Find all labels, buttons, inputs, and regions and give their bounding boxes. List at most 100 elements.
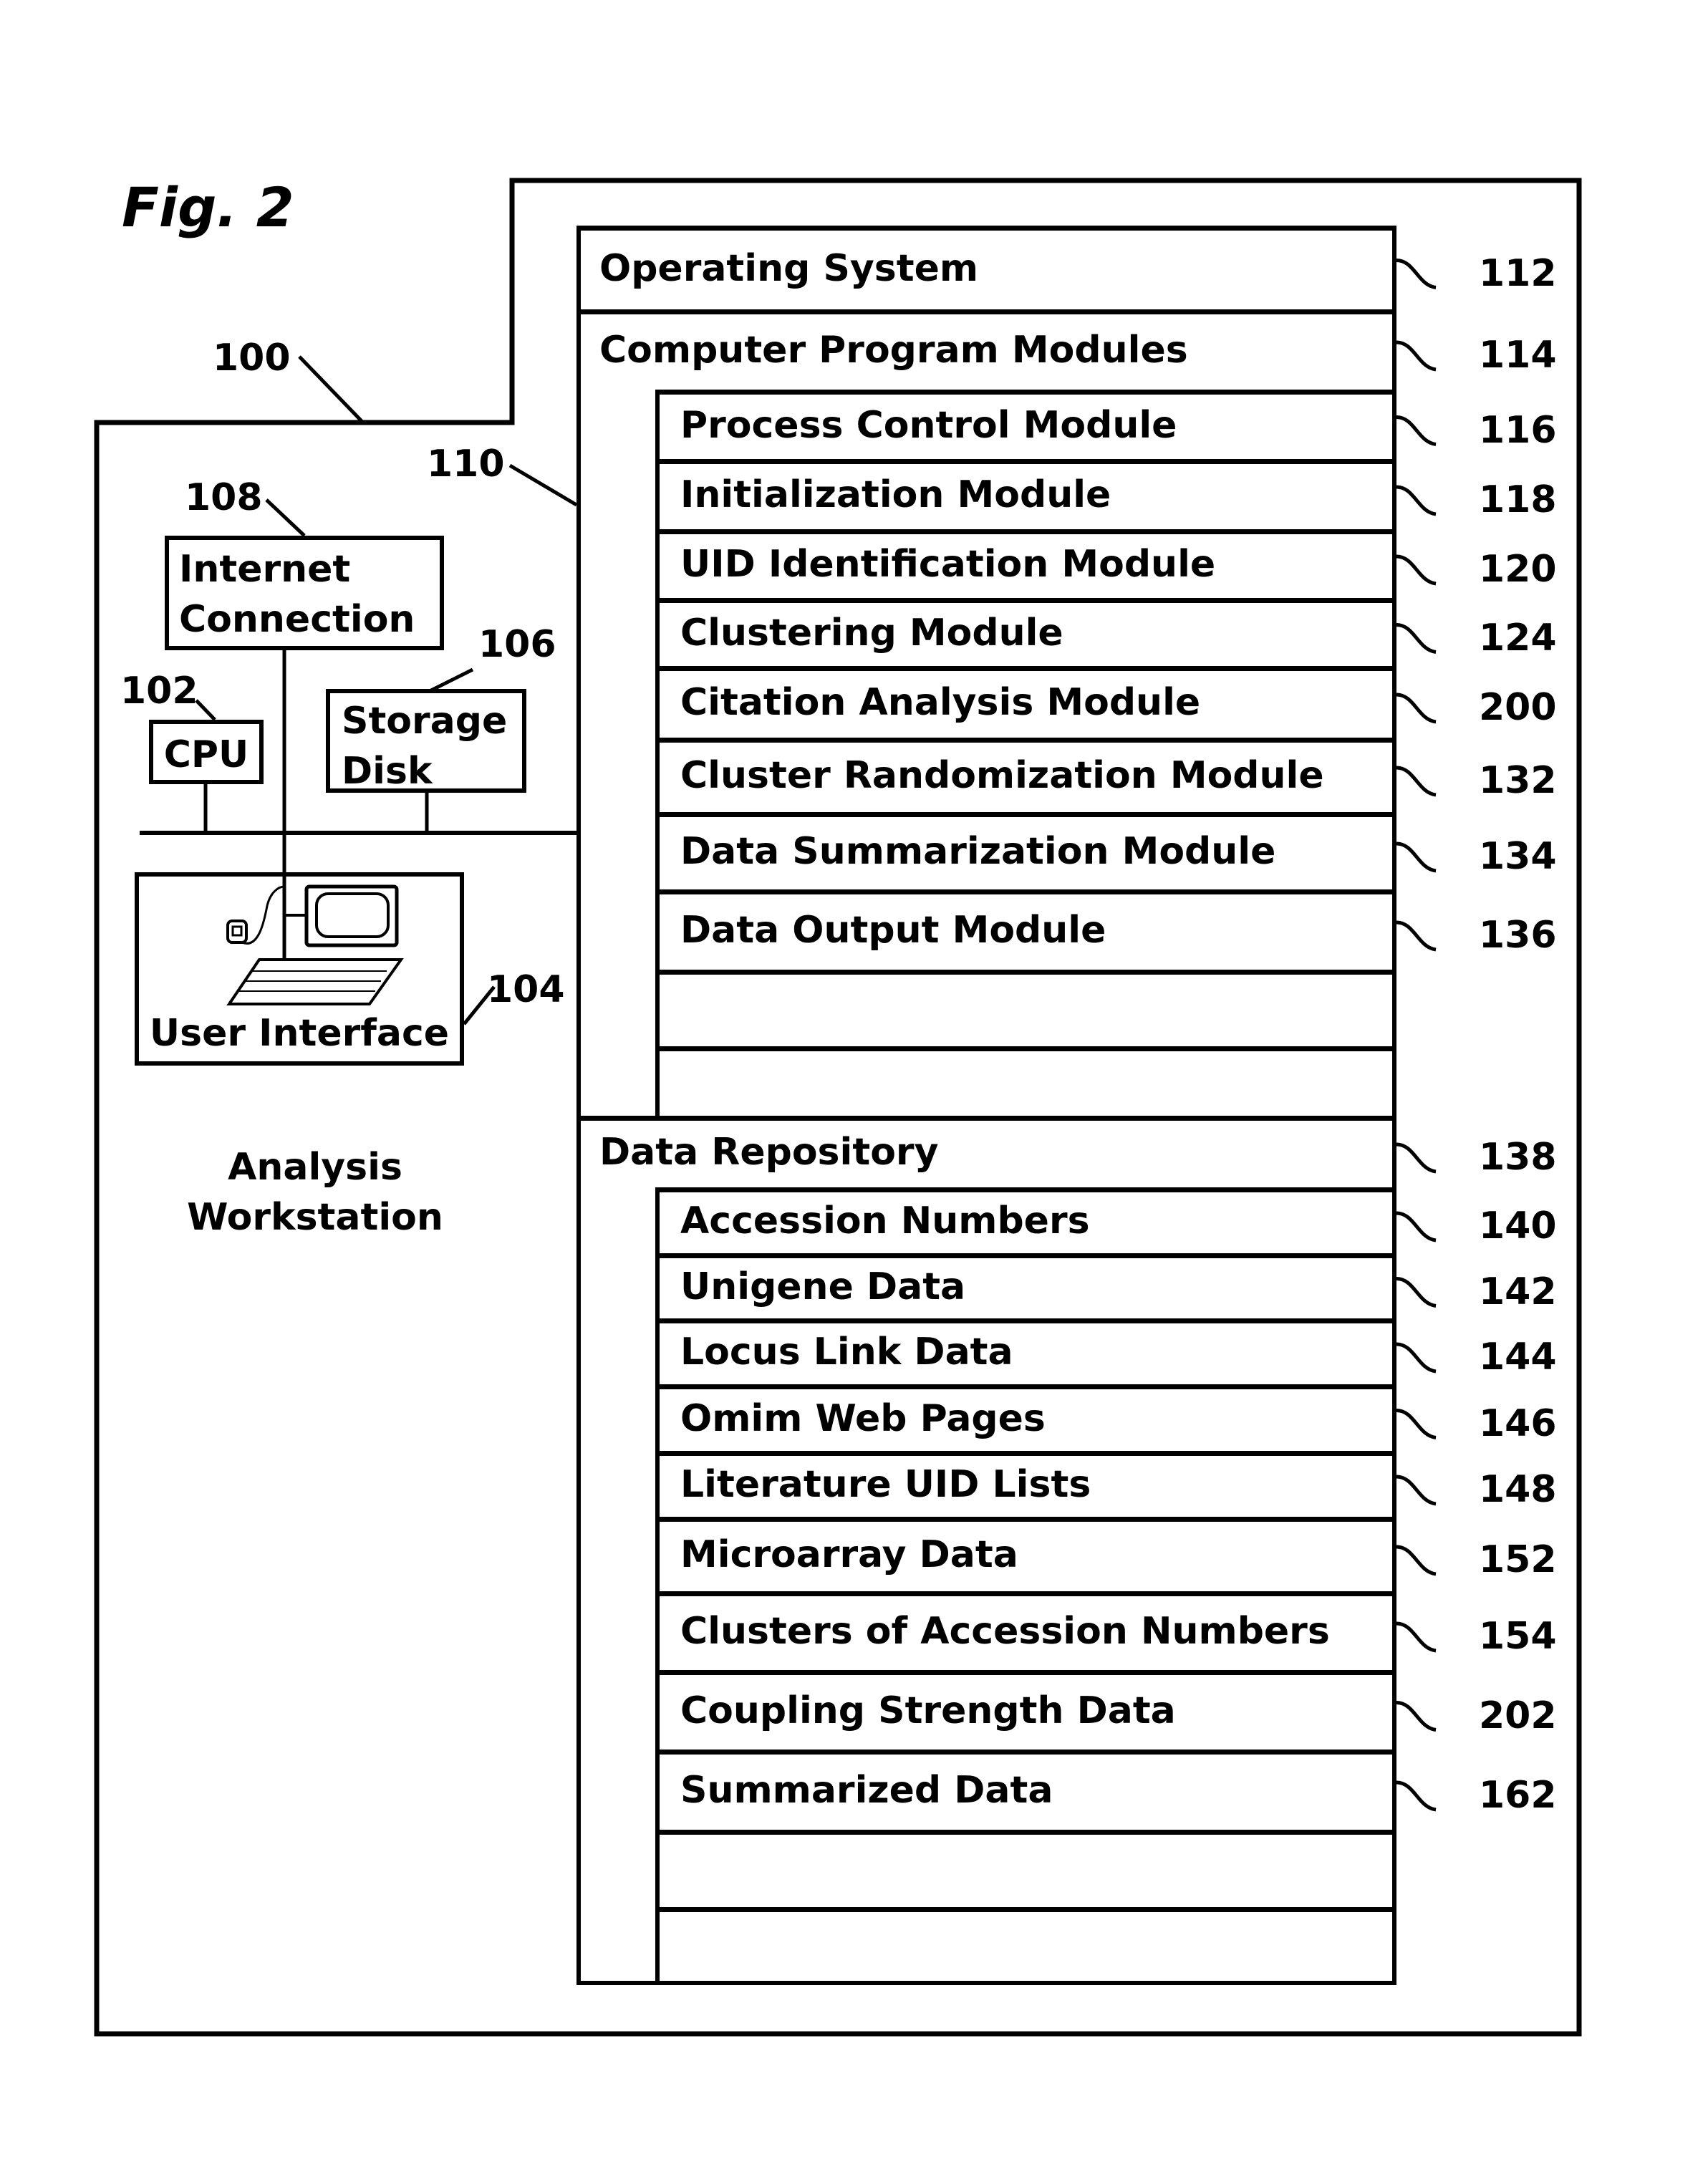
ref-154: 154	[1479, 1615, 1557, 1658]
ref-118: 118	[1479, 478, 1557, 521]
repository-row: Data Repository	[576, 1116, 1396, 1187]
leader-136	[1396, 920, 1437, 952]
leader-200	[1396, 692, 1437, 724]
module-row	[657, 1046, 1396, 1116]
module-row: Cluster Randomization Module	[657, 738, 1396, 812]
leader-114	[1396, 340, 1437, 372]
ref-162: 162	[1479, 1774, 1557, 1817]
leader-124	[1396, 623, 1437, 654]
ref-148: 148	[1479, 1468, 1557, 1511]
data-row	[657, 1907, 1396, 1981]
ref-144: 144	[1479, 1336, 1557, 1379]
ref-114: 114	[1479, 334, 1557, 377]
ref-134: 134	[1479, 835, 1557, 878]
data-row: Microarray Data	[657, 1517, 1396, 1591]
storage-disk-box: Storage Disk	[326, 689, 526, 793]
data-row-label: Unigene Data	[680, 1265, 966, 1308]
data-row-label: Omim Web Pages	[680, 1396, 1046, 1440]
ref-132: 132	[1479, 759, 1557, 802]
module-row: Citation Analysis Module	[657, 666, 1396, 738]
leader-108	[265, 498, 306, 537]
data-row-label: Coupling Strength Data	[680, 1689, 1176, 1732]
ref-202: 202	[1479, 1694, 1557, 1737]
data-row: Summarized Data	[657, 1750, 1396, 1830]
leader-112	[1396, 259, 1437, 289]
leader-202	[1396, 1701, 1437, 1732]
module-row-label: Data Summarization Module	[680, 830, 1276, 873]
data-row-label: Locus Link Data	[680, 1331, 1013, 1374]
ref-120: 120	[1479, 548, 1557, 591]
data-row: Coupling Strength Data	[657, 1670, 1396, 1750]
data-row: Omim Web Pages	[657, 1384, 1396, 1451]
ref-110: 110	[427, 443, 505, 486]
repository-row-label: Data Repository	[599, 1131, 939, 1174]
data-row-label: Clusters of Accession Numbers	[680, 1610, 1330, 1653]
ref-146: 146	[1479, 1401, 1557, 1445]
ref-108: 108	[185, 476, 263, 519]
ref-104: 104	[487, 968, 565, 1011]
ref-136: 136	[1479, 914, 1557, 957]
leader-144	[1396, 1342, 1437, 1374]
module-row-label: Cluster Randomization Module	[680, 754, 1324, 797]
memory-row-label: Operating System	[599, 246, 979, 290]
workstation-label: Analysis Workstation	[187, 1146, 443, 1240]
ref-140: 140	[1479, 1205, 1557, 1248]
storage-disk-label: Storage Disk	[342, 700, 508, 793]
ref-124: 124	[1479, 616, 1557, 660]
user-interface-box: User Interface	[135, 872, 464, 1066]
leader-134	[1396, 841, 1437, 873]
data-row-label: Microarray Data	[680, 1533, 1018, 1576]
module-row-label: Data Output Module	[680, 909, 1106, 952]
data-row	[657, 1830, 1396, 1907]
leader-162	[1396, 1780, 1437, 1812]
module-row: UID Identification Module	[657, 529, 1396, 598]
user-interface-label: User Interface	[149, 1011, 450, 1055]
leader-154	[1396, 1621, 1437, 1653]
cpu-label: CPU	[163, 733, 249, 776]
ref-116: 116	[1479, 408, 1557, 452]
module-row: Initialization Module	[657, 459, 1396, 529]
ref-138: 138	[1479, 1136, 1557, 1179]
data-row: Literature UID Lists	[657, 1451, 1396, 1517]
leader-118	[1396, 485, 1437, 516]
ref-142: 142	[1479, 1270, 1557, 1313]
module-row-label: Citation Analysis Module	[680, 681, 1201, 724]
memory-row: Computer Program Modules	[576, 309, 1396, 390]
data-row-label: Accession Numbers	[680, 1200, 1090, 1242]
ref-106: 106	[478, 623, 556, 666]
leader-106	[428, 667, 474, 693]
memory-row-label: Computer Program Modules	[599, 329, 1188, 372]
leader-146	[1396, 1409, 1437, 1439]
leader-132	[1396, 766, 1437, 797]
data-row-label: Literature UID Lists	[680, 1463, 1091, 1506]
data-row-label: Summarized Data	[680, 1769, 1053, 1812]
module-row	[657, 970, 1396, 1046]
data-row: Locus Link Data	[657, 1318, 1396, 1384]
data-row: Unigene Data	[657, 1253, 1396, 1318]
leader-102	[195, 699, 216, 721]
ref-100: 100	[213, 337, 291, 380]
leader-120	[1396, 554, 1437, 586]
ref-152: 152	[1479, 1538, 1557, 1581]
module-row-label: Process Control Module	[680, 403, 1177, 447]
internet-connection-label: Internet Connection	[179, 548, 415, 642]
module-row: Data Summarization Module	[657, 812, 1396, 889]
module-row: Clustering Module	[657, 598, 1396, 666]
internet-connection-box: Internet Connection	[165, 536, 444, 650]
module-row: Data Output Module	[657, 889, 1396, 970]
data-row: Accession Numbers	[657, 1187, 1396, 1253]
leader-152	[1396, 1545, 1437, 1576]
leader-116	[1396, 415, 1437, 446]
leader-140	[1396, 1211, 1437, 1242]
figure-title: Fig. 2	[122, 175, 294, 239]
leader-148	[1396, 1475, 1437, 1506]
data-row: Clusters of Accession Numbers	[657, 1591, 1396, 1670]
leader-100	[298, 355, 363, 423]
leader-110	[508, 463, 578, 507]
module-row-label: Initialization Module	[680, 473, 1111, 516]
ref-102: 102	[120, 670, 198, 713]
ref-112: 112	[1479, 251, 1557, 295]
module-row-label: UID Identification Module	[680, 543, 1216, 586]
cpu-box: CPU	[149, 720, 264, 784]
module-row: Process Control Module	[657, 390, 1396, 459]
